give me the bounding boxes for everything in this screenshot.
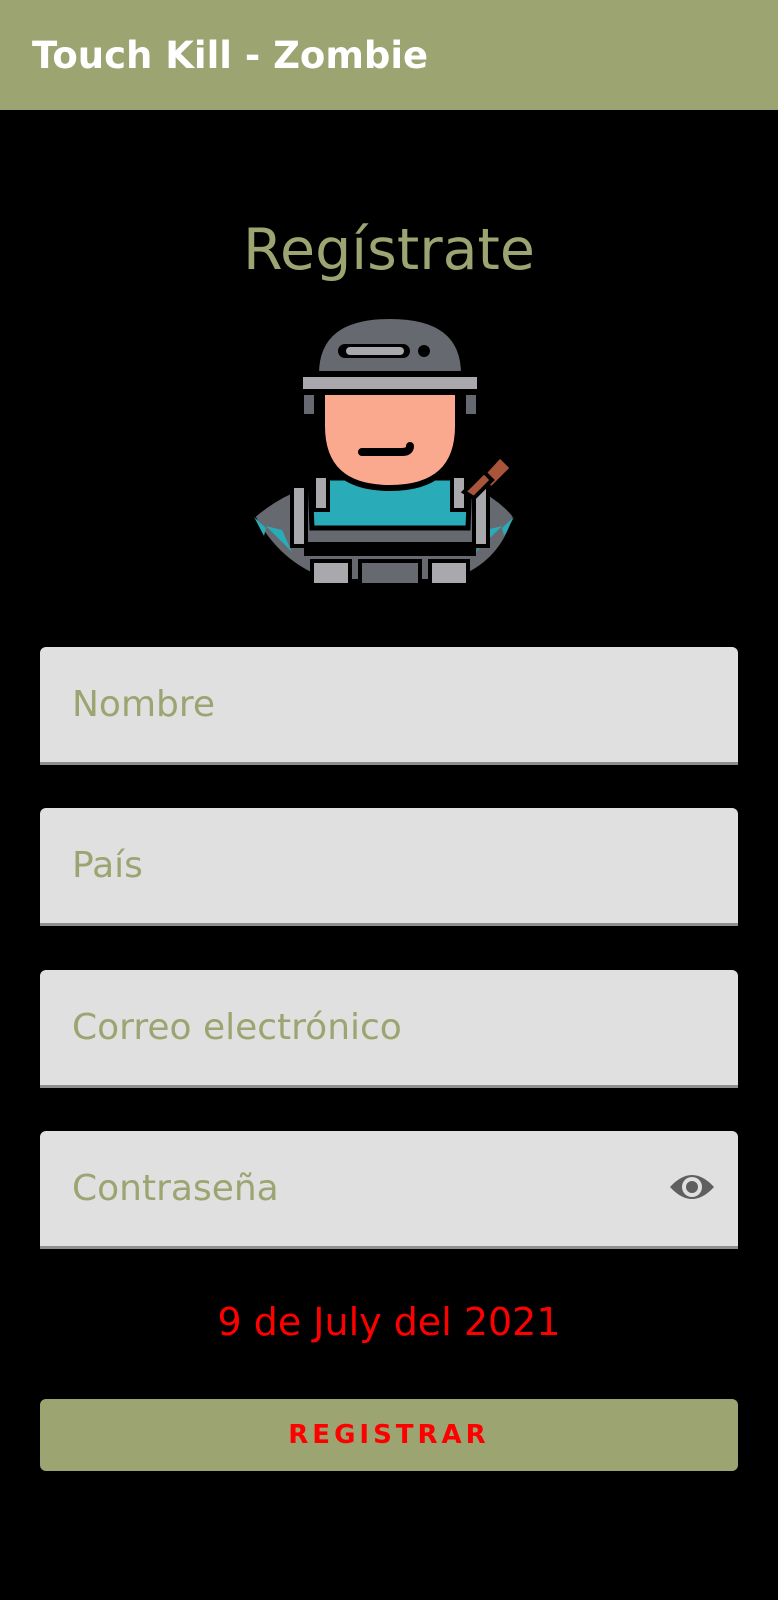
eye-icon[interactable] (668, 1169, 716, 1205)
password-input[interactable] (72, 1131, 612, 1246)
email-input[interactable] (72, 970, 672, 1085)
page-title: Regístrate (243, 217, 535, 283)
app-bar: Touch Kill - Zombie (0, 0, 778, 110)
name-field[interactable] (40, 647, 738, 765)
name-input[interactable] (72, 647, 672, 762)
password-field[interactable] (40, 1131, 738, 1249)
soldier-avatar-icon (252, 316, 520, 587)
country-field[interactable] (40, 808, 738, 926)
email-field[interactable] (40, 970, 738, 1088)
register-button[interactable]: REGISTRAR (40, 1399, 738, 1471)
date-text: 9 de July del 2021 (217, 1300, 561, 1344)
country-input[interactable] (72, 808, 672, 923)
app-title: Touch Kill - Zombie (32, 34, 429, 77)
